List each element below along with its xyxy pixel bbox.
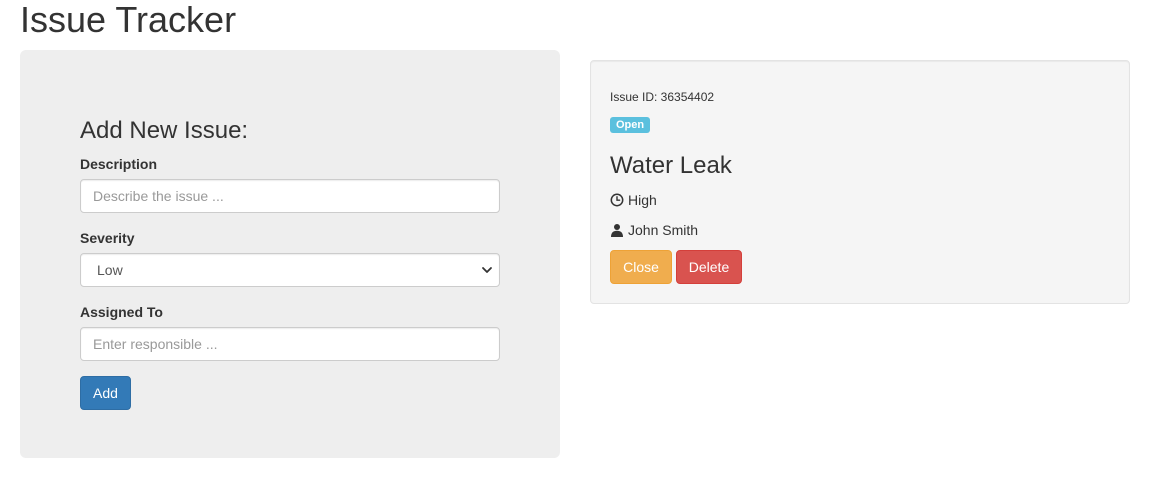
delete-button[interactable]: Delete	[676, 250, 742, 284]
issue-title: Water Leak	[610, 152, 732, 179]
description-input[interactable]	[80, 179, 500, 213]
user-icon	[611, 224, 623, 237]
issue-id: Issue ID: 36354402	[610, 90, 715, 104]
form-heading: Add New Issue:	[80, 117, 249, 144]
add-button[interactable]: Add	[80, 376, 131, 410]
assigned-to-label: Assigned To	[80, 304, 163, 320]
close-button[interactable]: Close	[610, 250, 672, 284]
clock-icon	[610, 193, 624, 207]
severity-select-value: Low	[97, 262, 123, 278]
chevron-down-icon	[482, 267, 492, 273]
add-issue-form-panel: Add New Issue: Description Severity Low …	[20, 50, 560, 458]
issue-assignee: John Smith	[610, 222, 698, 238]
issue-card: Issue ID: 36354402 Open Water Leak High …	[590, 60, 1130, 304]
severity-label: Severity	[80, 230, 135, 246]
severity-select[interactable]: Low	[80, 253, 500, 287]
assigned-to-input[interactable]	[80, 327, 500, 361]
description-label: Description	[80, 156, 158, 172]
status-badge: Open	[610, 117, 651, 133]
page-title: Issue Tracker	[20, 0, 237, 40]
issue-severity: High	[610, 192, 657, 208]
issue-assignee-text: John Smith	[628, 222, 699, 238]
issue-severity-text: High	[628, 192, 657, 208]
